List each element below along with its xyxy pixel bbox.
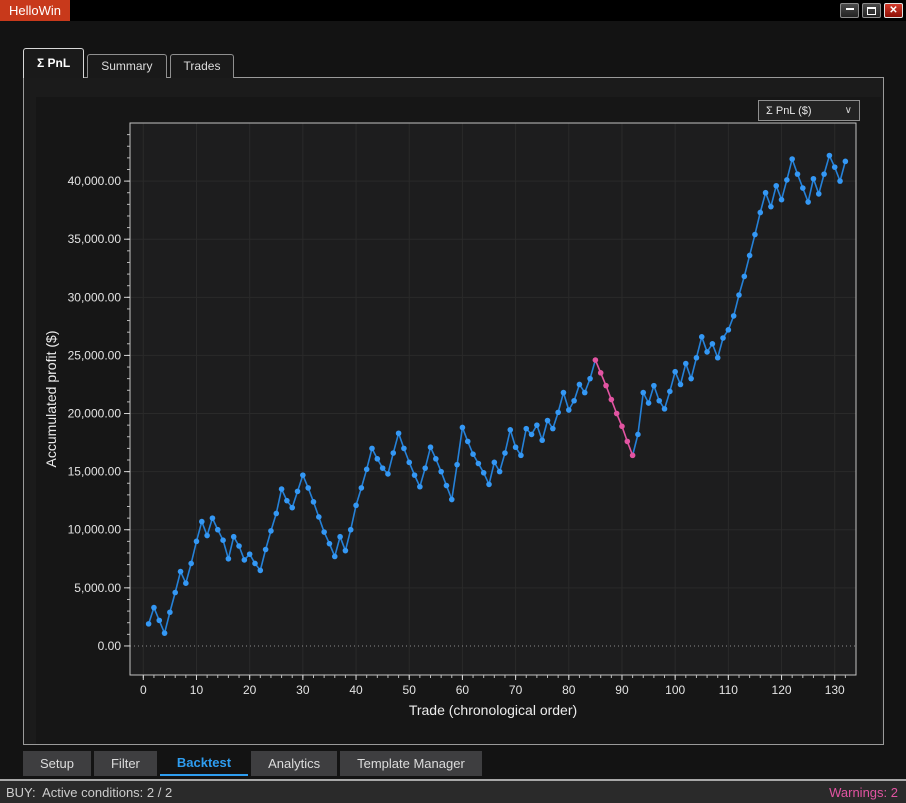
- series-select[interactable]: Σ PnL ($) ∨: [758, 100, 860, 121]
- svg-text:Trade (chronological order): Trade (chronological order): [409, 702, 577, 718]
- tab-template-manager[interactable]: Template Manager: [340, 751, 482, 776]
- tab-analytics[interactable]: Analytics: [251, 751, 337, 776]
- result-tabs: Σ PnL Summary Trades: [23, 48, 237, 78]
- svg-text:0.00: 0.00: [98, 639, 122, 653]
- svg-text:70: 70: [509, 683, 523, 697]
- close-icon: ✕: [889, 5, 897, 16]
- status-bar: BUY: Active conditions: 2 / 2 Warnings: …: [0, 779, 906, 803]
- svg-text:50: 50: [403, 683, 417, 697]
- svg-text:15,000.00: 15,000.00: [68, 465, 122, 479]
- status-active-conditions: BUY: Active conditions: 2 / 2: [6, 785, 172, 800]
- svg-text:10: 10: [190, 683, 204, 697]
- status-warnings: Warnings: 2: [829, 785, 898, 800]
- title-bar: HelloWin ✕: [0, 0, 906, 21]
- svg-text:80: 80: [562, 683, 576, 697]
- tab-backtest[interactable]: Backtest: [160, 751, 248, 776]
- svg-text:110: 110: [719, 683, 738, 697]
- chevron-down-icon: ∨: [845, 105, 852, 116]
- svg-text:90: 90: [615, 683, 629, 697]
- svg-text:130: 130: [825, 683, 845, 697]
- minimize-icon: [846, 7, 854, 10]
- svg-text:5,000.00: 5,000.00: [74, 581, 121, 595]
- svg-text:20,000.00: 20,000.00: [68, 407, 122, 421]
- close-button[interactable]: ✕: [884, 3, 903, 18]
- tab-filter[interactable]: Filter: [94, 751, 157, 776]
- window-controls: ✕: [840, 3, 903, 18]
- window-title: HelloWin: [0, 0, 70, 21]
- svg-text:35,000.00: 35,000.00: [68, 232, 122, 246]
- pnl-chart: 0 10 20 30 40 50 60 70 80 90 100 110 120 130 0.00 5,000…: [36, 97, 881, 744]
- series-select-value: Σ PnL ($): [766, 105, 812, 117]
- svg-text:Accumulated profit ($): Accumulated profit ($): [43, 331, 59, 468]
- tab-setup[interactable]: Setup: [23, 751, 91, 776]
- main-tabs: Setup Filter Backtest Analytics Template…: [23, 751, 482, 776]
- svg-text:100: 100: [665, 683, 685, 697]
- maximize-icon: [867, 7, 876, 15]
- svg-text:60: 60: [456, 683, 470, 697]
- maximize-button[interactable]: [862, 3, 881, 18]
- minimize-button[interactable]: [840, 3, 859, 18]
- tab-summary[interactable]: Summary: [87, 54, 166, 78]
- svg-text:30: 30: [296, 683, 310, 697]
- pnl-chart-canvas: 0 10 20 30 40 50 60 70 80 90 100 110 120 130 0.00 5,000…: [36, 97, 881, 744]
- svg-text:0: 0: [140, 683, 147, 697]
- svg-text:30,000.00: 30,000.00: [68, 290, 122, 304]
- svg-text:40: 40: [349, 683, 363, 697]
- svg-text:10,000.00: 10,000.00: [68, 523, 122, 537]
- svg-text:120: 120: [772, 683, 792, 697]
- pnl-panel: 0 10 20 30 40 50 60 70 80 90 100 110 120 130 0.00 5,000…: [23, 77, 884, 745]
- svg-text:20: 20: [243, 683, 257, 697]
- svg-text:40,000.00: 40,000.00: [68, 174, 122, 188]
- svg-text:25,000.00: 25,000.00: [68, 348, 122, 362]
- tab-pnl[interactable]: Σ PnL: [23, 48, 84, 78]
- tab-trades[interactable]: Trades: [170, 54, 235, 78]
